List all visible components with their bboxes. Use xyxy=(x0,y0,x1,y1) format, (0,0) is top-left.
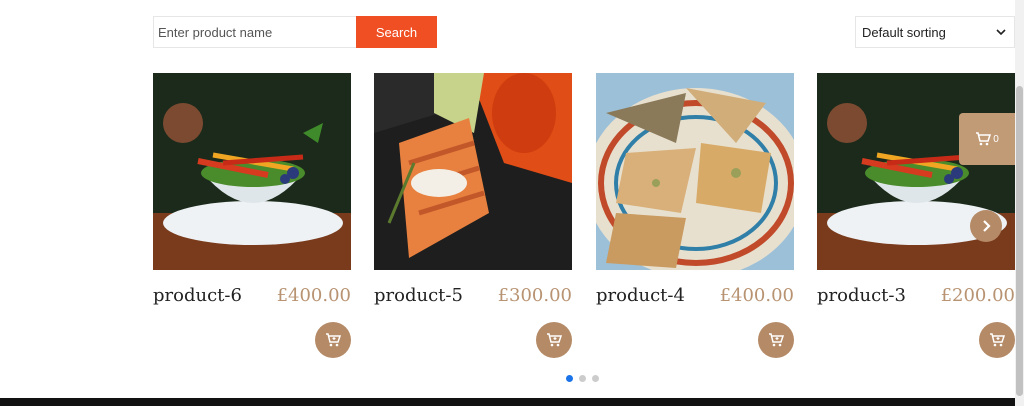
add-to-cart-button[interactable] xyxy=(758,322,794,358)
chevron-down-icon xyxy=(996,29,1006,36)
product-image[interactable] xyxy=(596,73,794,270)
carousel-dots xyxy=(566,375,599,382)
search-button[interactable]: Search xyxy=(356,16,437,48)
product-price: £400.00 xyxy=(276,285,351,306)
cart-icon xyxy=(990,333,1005,347)
cart-icon xyxy=(976,132,992,146)
product-card[interactable]: product-5 £300.00 xyxy=(374,73,572,363)
product-name[interactable]: product-4 xyxy=(596,285,685,306)
search-input[interactable] xyxy=(153,16,356,48)
add-to-cart-button[interactable] xyxy=(536,322,572,358)
sort-select-value: Default sorting xyxy=(862,24,946,40)
carousel-dot[interactable] xyxy=(592,375,599,382)
sort-select[interactable]: Default sorting xyxy=(855,16,1015,48)
scrollbar-thumb[interactable] xyxy=(1016,86,1023,396)
product-price: £200.00 xyxy=(940,285,1015,306)
add-to-cart-button[interactable] xyxy=(979,322,1015,358)
product-image[interactable] xyxy=(153,73,351,270)
product-name[interactable]: product-5 xyxy=(374,285,463,306)
cart-count: 0 xyxy=(993,133,999,145)
footer-bar xyxy=(0,398,1015,406)
product-image[interactable] xyxy=(374,73,572,270)
chevron-right-icon xyxy=(983,220,991,232)
cart-icon xyxy=(326,333,341,347)
add-to-cart-button[interactable] xyxy=(315,322,351,358)
cart-icon xyxy=(769,333,784,347)
cart-icon xyxy=(547,333,562,347)
product-price: £400.00 xyxy=(719,285,794,306)
product-name[interactable]: product-3 xyxy=(817,285,906,306)
floating-cart-button[interactable]: 0 xyxy=(959,113,1015,165)
product-name[interactable]: product-6 xyxy=(153,285,242,306)
carousel-dot[interactable] xyxy=(579,375,586,382)
scrollbar-track[interactable] xyxy=(1015,0,1024,406)
product-card[interactable]: product-4 £400.00 xyxy=(596,73,794,363)
product-card[interactable]: product-6 £400.00 xyxy=(153,73,351,363)
carousel-dot[interactable] xyxy=(566,375,573,382)
product-price: £300.00 xyxy=(497,285,572,306)
carousel-next-button[interactable] xyxy=(970,210,1002,242)
